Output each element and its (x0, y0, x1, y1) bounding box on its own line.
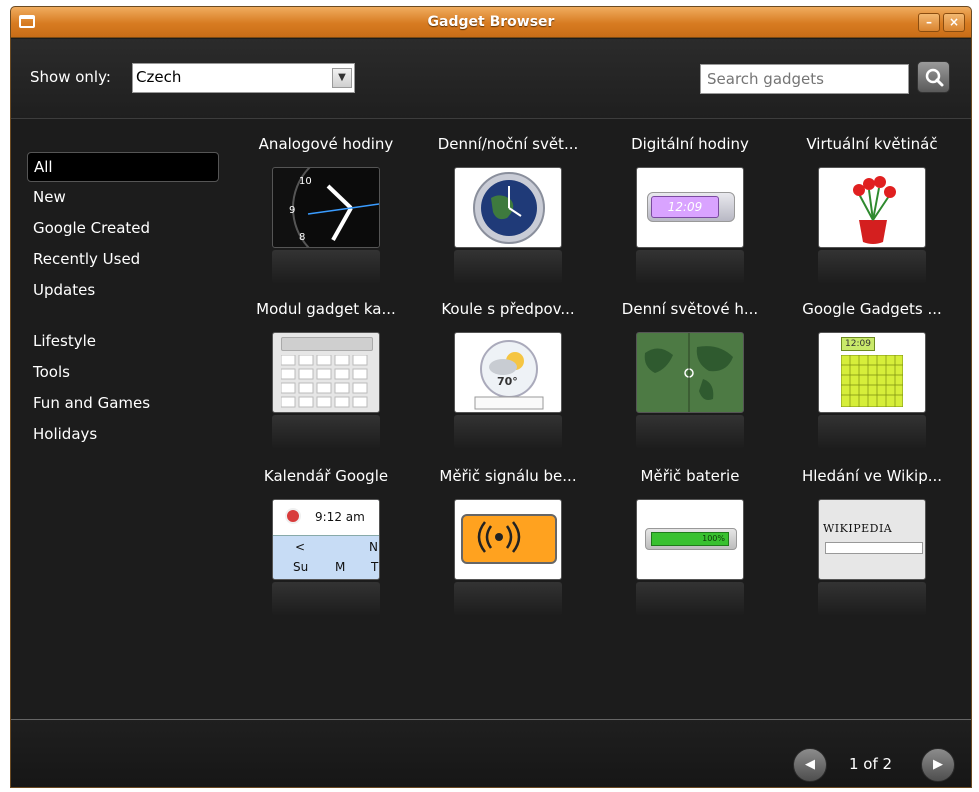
day-night-globe-icon[interactable] (454, 167, 562, 248)
calendar-clock-time: 12:09 (841, 337, 875, 351)
analog-clock-icon[interactable]: 10 9 8 (272, 167, 380, 248)
tile-reflection (636, 582, 744, 616)
calendar-clock-icon[interactable]: 12:09 (818, 332, 926, 413)
gadget-name: Google Gadgets ... (802, 300, 942, 318)
title-bar[interactable]: Gadget Browser – × (11, 7, 971, 38)
gadget-name: Denní světové h... (621, 300, 759, 318)
minimize-button[interactable]: – (918, 13, 940, 32)
digital-clock-icon[interactable]: 12:09 (636, 167, 744, 248)
tile-reflection (454, 250, 562, 284)
toolbar: Show only: Czech ▼ (11, 39, 971, 119)
tile-reflection (272, 250, 380, 284)
sidebar-item-fun-and-games[interactable]: Fun and Games (27, 388, 219, 419)
tile-reflection (454, 582, 562, 616)
gadget-name: Analogové hodiny (258, 135, 394, 153)
tile-reflection (272, 582, 380, 616)
gadget-tile[interactable]: Google Gadgets ... 12:09 (781, 292, 963, 452)
gadget-name: Digitální hodiny (631, 135, 749, 153)
calendar-day: M (335, 560, 346, 574)
digital-clock-time: 12:09 (651, 196, 719, 218)
search-icon (925, 68, 944, 87)
tile-reflection (636, 250, 744, 284)
chevron-left-icon: ◀ (805, 757, 815, 772)
search-input[interactable] (700, 64, 909, 94)
flower-pot-icon[interactable] (818, 167, 926, 248)
wikipedia-logo: WIKIPEDIA (823, 522, 893, 535)
language-select-value: Czech (136, 68, 182, 86)
sidebar-item-holidays[interactable]: Holidays (27, 419, 219, 450)
sidebar-item-all[interactable]: All (27, 152, 219, 182)
weather-temp: 70° (497, 375, 518, 388)
chevron-right-icon: ▶ (933, 757, 943, 772)
sidebar-item-google-created[interactable]: Google Created (27, 213, 219, 244)
tile-reflection (272, 415, 380, 449)
gadget-name: Měřič signálu be... (439, 467, 577, 485)
gadget-tile[interactable]: Denní světové h... (599, 292, 781, 452)
chevron-down-icon[interactable]: ▼ (332, 68, 352, 88)
calendar-prev: < (295, 540, 306, 554)
gadget-tile[interactable]: Analogové hodiny 10 9 8 (235, 127, 417, 287)
category-sidebar: All New Google Created Recently Used Upd… (27, 152, 219, 450)
svg-text:9: 9 (289, 205, 295, 216)
gadget-tile[interactable]: Virtuální květináč (781, 127, 963, 287)
tile-reflection (454, 415, 562, 449)
gadget-name: Modul gadget ka... (256, 300, 396, 318)
tile-reflection (818, 250, 926, 284)
gadget-tile[interactable]: Měřič signálu be... (417, 459, 599, 619)
alarm-icon (285, 508, 301, 524)
calendar-time: 9:12 am (315, 510, 365, 524)
sidebar-item-recently-used[interactable]: Recently Used (27, 244, 219, 275)
gadget-tile[interactable]: Koule s předpov... 70° (417, 292, 599, 452)
gadget-name: Hledání ve Wikip... (801, 467, 943, 485)
tile-reflection (818, 582, 926, 616)
gadget-tile[interactable]: Denní/noční svět... (417, 127, 599, 287)
gadget-browser-window: Gadget Browser – × Show only: Czech ▼ Al… (10, 6, 972, 788)
google-calendar-icon[interactable]: 9:12 am < N Su M T (272, 499, 380, 580)
next-page-button[interactable]: ▶ (921, 748, 955, 782)
gadget-name: Denní/noční svět... (437, 135, 579, 153)
gadget-tile[interactable]: Hledání ve Wikip... WIKIPEDIA (781, 459, 963, 619)
previous-page-button[interactable]: ◀ (793, 748, 827, 782)
world-map-icon[interactable] (636, 332, 744, 413)
sidebar-item-updates[interactable]: Updates (27, 275, 219, 306)
language-select[interactable]: Czech ▼ (132, 63, 355, 93)
calendar-day: T (371, 560, 379, 574)
svg-text:10: 10 (299, 176, 312, 187)
close-button[interactable]: × (943, 13, 965, 32)
sidebar-item-lifestyle[interactable]: Lifestyle (27, 326, 219, 357)
svg-text:8: 8 (299, 232, 305, 243)
gadget-tile[interactable]: Měřič baterie 100% (599, 459, 781, 619)
battery-level: 100% (651, 532, 729, 546)
calendar-day: Su (293, 560, 309, 574)
sidebar-item-tools[interactable]: Tools (27, 357, 219, 388)
sidebar-item-new[interactable]: New (27, 182, 219, 213)
wireless-signal-icon[interactable] (454, 499, 562, 580)
gadget-tile[interactable]: Modul gadget ka... (235, 292, 417, 452)
footer-pagination: ◀ 1 of 2 ▶ (11, 719, 971, 787)
gadget-name: Koule s předpov... (441, 300, 575, 318)
calendar-next: N (369, 540, 378, 554)
gadget-name: Kalendář Google (263, 467, 389, 485)
show-only-label: Show only: (30, 68, 111, 86)
gadget-tile[interactable]: Digitální hodiny 12:09 (599, 127, 781, 287)
page-indicator: 1 of 2 (849, 755, 893, 773)
tile-reflection (818, 415, 926, 449)
gadget-name: Měřič baterie (640, 467, 740, 485)
window-title: Gadget Browser (427, 14, 555, 30)
gadget-tile[interactable]: Kalendář Google 9:12 am < N Su M T (235, 459, 417, 619)
weather-globe-icon[interactable]: 70° (454, 332, 562, 413)
gadget-name: Virtuální květináč (806, 135, 938, 153)
calculator-icon[interactable] (272, 332, 380, 413)
tile-reflection (636, 415, 744, 449)
search-button[interactable] (917, 61, 950, 93)
wikipedia-search-icon[interactable]: WIKIPEDIA (818, 499, 926, 580)
battery-meter-icon[interactable]: 100% (636, 499, 744, 580)
